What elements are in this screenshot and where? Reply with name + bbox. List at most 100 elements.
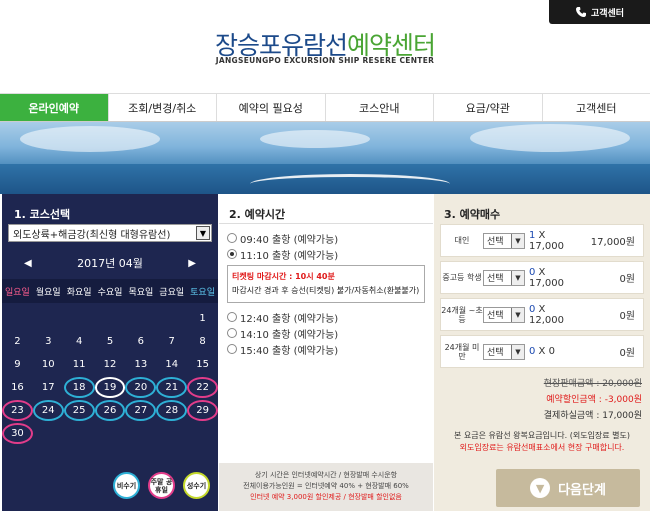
nav-reservation-need[interactable]: 예약의 필요성 xyxy=(217,94,326,121)
calendar-day-holiday[interactable]: 23 xyxy=(2,400,33,421)
time-option[interactable]: 09:40 출항 (예약가능) xyxy=(227,230,433,246)
weekday-thu: 목요일 xyxy=(128,287,154,298)
chevron-down-icon: ▼ xyxy=(511,307,524,322)
time-footnote: 상기 시간은 인터넷예약시간 / 현장발매 수시운항 전체이용가능인원 = 인터… xyxy=(219,463,433,511)
calendar-day-available[interactable]: 27 xyxy=(125,400,157,421)
nav-lookup-change-cancel[interactable]: 조회/변경/취소 xyxy=(109,94,217,121)
radio-icon[interactable] xyxy=(227,233,237,243)
ticket-unit-price: X 17,000 xyxy=(529,266,564,289)
calendar-day xyxy=(156,423,187,444)
calendar-day-available[interactable]: 28 xyxy=(156,400,188,421)
radio-icon[interactable] xyxy=(227,312,237,322)
ticket-row-student: 중고등 학생 선택 ▼ 0 X 17,000 0원 xyxy=(440,261,644,294)
ticket-type-label: 24개월 미만 xyxy=(444,342,480,361)
weekday-sun: 일요일 xyxy=(5,287,30,298)
calendar-day-available[interactable]: 25 xyxy=(63,400,95,421)
course-panel: 1. 코스선택 외도상륙+해금강(최신형 대형유람선) ▼ ◀ 2017년 04… xyxy=(2,194,219,511)
reservation-discount: 예약할인금액 : -3,000원 xyxy=(546,395,642,405)
ticket-count-select[interactable]: 선택 ▼ xyxy=(483,343,525,360)
prev-month-icon[interactable]: ◀ xyxy=(24,258,32,269)
weekday-header: 일요일 월요일 화요일 수요일 목요일 금요일 토요일 xyxy=(2,279,218,303)
sea-banner xyxy=(0,122,650,194)
customer-center-button[interactable]: 고객센터 xyxy=(549,0,650,24)
radio-icon[interactable] xyxy=(227,344,237,354)
time-option[interactable]: 14:10 출항 (예약가능) xyxy=(227,325,433,341)
calendar-day-holiday[interactable]: 22 xyxy=(187,377,219,398)
next-month-icon[interactable]: ▶ xyxy=(188,258,196,269)
time-title: 2. 예약시간 xyxy=(219,194,433,224)
time-option-label: 12:40 출항 (예약가능) xyxy=(240,313,339,325)
calendar-day xyxy=(2,308,33,329)
month-navigator: ◀ 2017년 04월 ▶ xyxy=(2,251,218,275)
course-select[interactable]: 외도상륙+해금강(최신형 대형유람선) ▼ xyxy=(8,224,212,242)
time-option-label: 11:10 출항 (예약가능) xyxy=(240,250,339,262)
ticket-count-select[interactable]: 선택 ▼ xyxy=(483,232,525,249)
calendar-day: 14 xyxy=(165,359,179,370)
chevron-down-icon: ▼ xyxy=(511,344,524,359)
calendar-day xyxy=(125,423,156,444)
calendar-week: 2 3 4 5 6 7 8 xyxy=(2,330,218,353)
calendar-day-available[interactable]: 18 xyxy=(63,377,95,398)
calendar-day: 17 xyxy=(41,382,55,393)
calendar-day: 8 xyxy=(199,336,206,347)
fee-notice-line: 본 요금은 유람선 왕복요금입니다. (외도입장료 별도) xyxy=(453,431,631,440)
logo-subtitle: JANGSEUNGPO EXCURSION SHIP RESERE CENTER xyxy=(215,56,435,65)
nav-customer-center[interactable]: 고객센터 xyxy=(543,94,650,121)
ticket-count-select[interactable]: 선택 ▼ xyxy=(483,306,525,323)
calendar-day xyxy=(95,308,126,329)
legend-weekend-holiday: 주말 공휴일 xyxy=(148,472,175,499)
weekday-fri: 금요일 xyxy=(159,287,185,298)
calendar-day-holiday[interactable]: 30 xyxy=(2,423,33,444)
calendar-day-available[interactable]: 21 xyxy=(156,377,188,398)
calendar-day-available[interactable]: 24 xyxy=(32,400,64,421)
calendar-day xyxy=(125,308,156,329)
nav-online-reservation[interactable]: 온라인예약 xyxy=(0,94,109,121)
main-nav: 온라인예약 조회/변경/취소 예약의 필요성 코스안내 요금/약관 고객센터 xyxy=(0,93,650,122)
nav-fare-terms[interactable]: 요금/약관 xyxy=(434,94,543,121)
nav-course-info[interactable]: 코스안내 xyxy=(326,94,434,121)
course-title: 1. 코스선택 xyxy=(14,208,71,221)
ticket-amount: 0원 xyxy=(619,274,635,285)
header: 고객센터 장승포유람선예약센터 JANGSEUNGPO EXCURSION SH… xyxy=(0,0,650,93)
calendar-day: 4 xyxy=(75,336,83,347)
calendar-day: 10 xyxy=(41,359,55,370)
time-option[interactable]: 15:40 출항 (예약가능) xyxy=(227,341,433,357)
chevron-down-icon: ▼ xyxy=(511,233,524,248)
ticket-amount: 17,000원 xyxy=(590,237,635,248)
calendar-day xyxy=(64,308,95,329)
ticket-unit-price: X 0 xyxy=(535,346,555,357)
time-option-label: 09:40 출항 (예약가능) xyxy=(240,234,339,246)
ticket-amount: 0원 xyxy=(619,311,635,322)
select-label: 선택 xyxy=(487,274,504,284)
ticket-panel: 3. 예약매수 대인 선택 ▼ 1 X 17,000 17,000원 중고등 학생… xyxy=(434,194,650,511)
calendar-day: 13 xyxy=(134,359,148,370)
current-month: 2017년 04월 xyxy=(77,257,143,270)
calendar-day: 1 xyxy=(199,313,206,324)
legend-peak-season: 성수기 xyxy=(183,472,210,499)
time-option[interactable]: 12:40 출항 (예약가능) xyxy=(227,309,433,325)
ticket-count-select[interactable]: 선택 ▼ xyxy=(483,269,525,286)
calendar-day xyxy=(156,308,187,329)
ticket-type-label: 대인 xyxy=(454,236,470,245)
next-step-button[interactable]: ▼ 다음단계 xyxy=(496,469,640,507)
time-option-label: 14:10 출항 (예약가능) xyxy=(240,329,339,341)
calendar-day-available[interactable]: 20 xyxy=(125,377,157,398)
radio-icon[interactable] xyxy=(227,328,237,338)
legend-off-season: 비수기 xyxy=(113,472,140,499)
calendar-day: 6 xyxy=(137,336,145,347)
time-option-selected[interactable]: 11:10 출항 (예약가능) xyxy=(227,246,433,262)
calendar-grid: 1 2 3 4 5 6 7 8 9 10 11 12 13 14 15 16 1… xyxy=(2,307,219,445)
calendar-day: 9 xyxy=(14,359,21,370)
calendar-day: 11 xyxy=(72,359,86,370)
ticket-row-infant: 24개월 미만 선택 ▼ 0 X 0 0원 xyxy=(440,335,644,368)
calendar-day-selected[interactable]: 19 xyxy=(94,377,126,398)
calendar-day: 7 xyxy=(168,336,175,347)
calendar-day xyxy=(95,423,126,444)
calendar-week: 30 xyxy=(2,422,218,445)
ticket-type-label: 중고등 학생 xyxy=(442,273,482,282)
calendar-day-available[interactable]: 26 xyxy=(94,400,126,421)
calendar-day: 3 xyxy=(45,336,52,347)
onsite-price: 현장판매금액 : 20,000원 xyxy=(543,379,642,389)
calendar-day-holiday[interactable]: 29 xyxy=(187,400,219,421)
radio-checked-icon[interactable] xyxy=(227,249,237,259)
